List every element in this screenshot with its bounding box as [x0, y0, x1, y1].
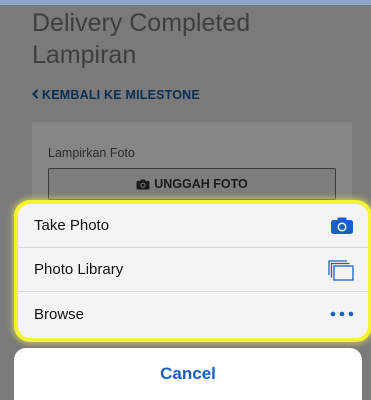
chevron-left-icon [32, 88, 39, 102]
upload-photo-label: UNGGAH FOTO [154, 177, 248, 191]
camera-icon [136, 179, 150, 190]
top-divider [0, 0, 371, 5]
page-subtitle: Lampiran [32, 41, 137, 69]
upload-photo-button[interactable]: UNGGAH FOTO [48, 168, 336, 200]
photo-library-label: Photo Library [34, 261, 124, 278]
attach-photo-label: Lampirkan Foto [48, 146, 135, 160]
take-photo-label: Take Photo [34, 217, 110, 234]
action-sheet: Take Photo Photo Library Browse [18, 204, 368, 338]
cancel-label: Cancel [160, 364, 216, 383]
more-dots-icon [330, 311, 354, 317]
cancel-button[interactable]: Cancel [14, 348, 362, 400]
back-link-label: KEMBALI KE MILESTONE [42, 88, 200, 102]
browse-label: Browse [34, 305, 85, 323]
browse-option[interactable]: Browse [18, 292, 368, 336]
page-title: Delivery Completed [32, 9, 251, 37]
take-photo-option[interactable]: Take Photo [18, 204, 368, 248]
photo-library-option[interactable]: Photo Library [18, 248, 368, 292]
camera-icon [330, 216, 354, 235]
back-to-milestone-link[interactable]: KEMBALI KE MILESTONE [32, 88, 200, 102]
photo-library-icon [328, 259, 354, 281]
